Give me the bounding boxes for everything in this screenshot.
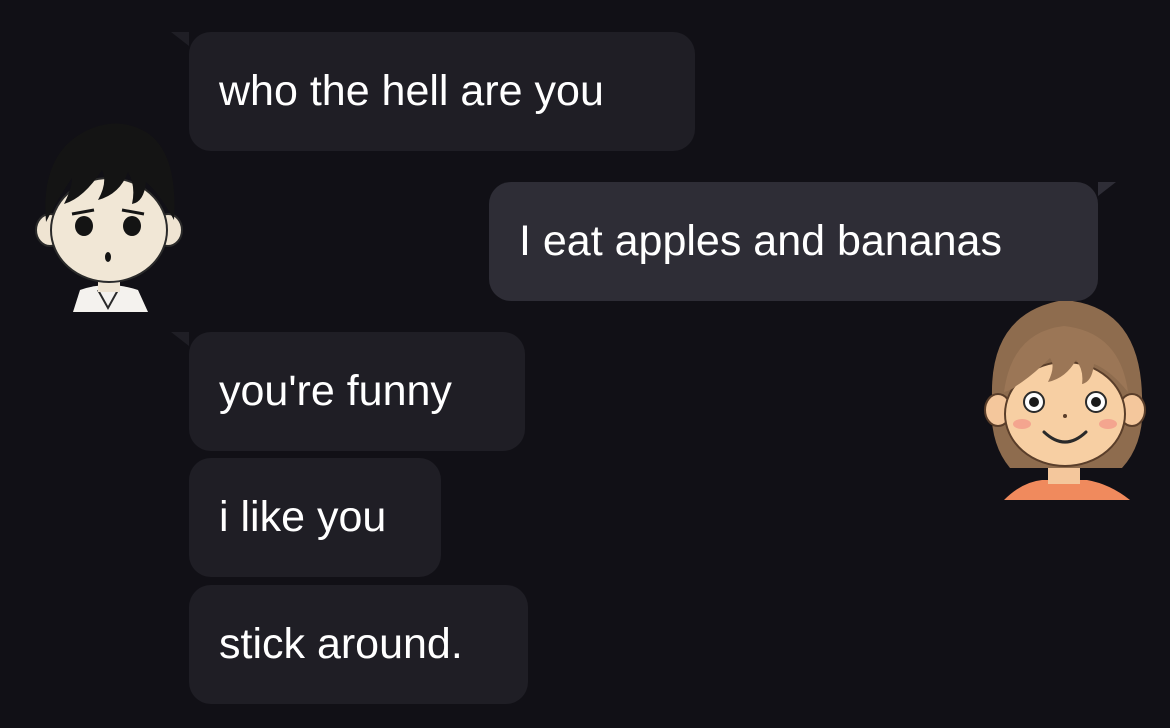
message-bubble-incoming[interactable]: i like you xyxy=(189,458,441,577)
brown-haired-boy-avatar-icon[interactable] xyxy=(982,292,1147,500)
message-text: who the hell are you xyxy=(219,67,604,115)
message-text: stick around. xyxy=(219,620,463,668)
message-bubble-outgoing[interactable]: I eat apples and bananas xyxy=(489,182,1116,301)
chat-thread: who the hell are you I eat apples and ba… xyxy=(0,0,1170,728)
message-bubble-incoming[interactable]: you're funny xyxy=(171,332,525,451)
message-text: i like you xyxy=(219,493,387,541)
message-text: I eat apples and bananas xyxy=(519,217,1002,265)
message-bubble-incoming[interactable]: stick around. xyxy=(189,585,528,704)
message-bubble-incoming[interactable]: who the hell are you xyxy=(171,32,695,151)
message-text: you're funny xyxy=(219,367,452,415)
black-haired-boy-avatar-icon[interactable] xyxy=(28,112,188,312)
